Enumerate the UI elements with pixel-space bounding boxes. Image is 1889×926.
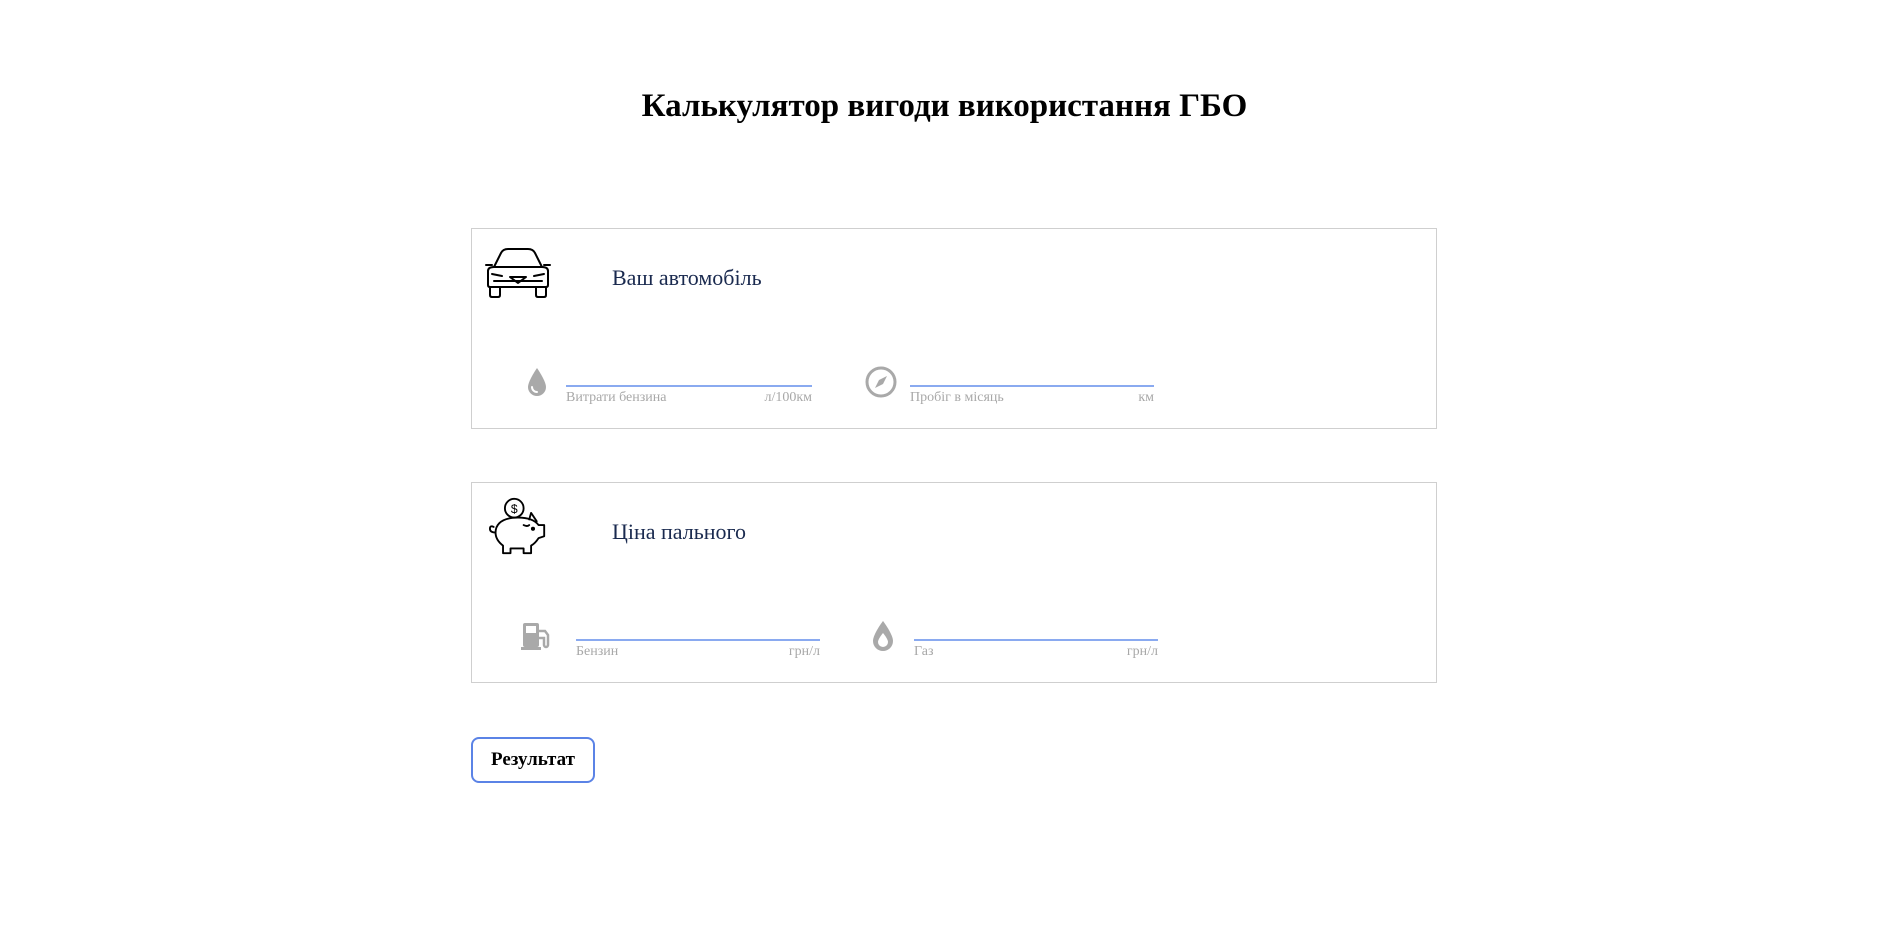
svg-text:$: $ xyxy=(511,502,518,516)
fuel-price-section-card: $ Ціна пального Бензин грн/л Газ грн/л xyxy=(471,482,1437,683)
page: Калькулятор вигоди використання ГБО Ваш … xyxy=(0,0,1889,926)
car-section-card: Ваш автомобіль Витрати бензина л/100км П… xyxy=(471,228,1437,429)
piggy-bank-icon: $ xyxy=(489,497,546,555)
drop-icon xyxy=(528,368,546,396)
monthly-mileage-label: Пробіг в місяць xyxy=(910,390,1004,405)
fuel-consumption-input[interactable] xyxy=(566,355,812,387)
gas-price-label: Газ xyxy=(914,644,934,659)
fuel-price-section-title: Ціна пального xyxy=(612,519,747,544)
car-icon xyxy=(485,248,551,298)
gas-drop-icon xyxy=(873,621,893,651)
fuel-consumption-label: Витрати бензина xyxy=(566,390,667,405)
petrol-price-label: Бензин xyxy=(576,644,619,659)
petrol-price-field: Бензин грн/л xyxy=(520,609,840,659)
compass-icon xyxy=(865,366,897,398)
monthly-mileage-unit: км xyxy=(1138,390,1154,405)
fuel-pump-icon xyxy=(521,623,550,650)
gas-price-field: Газ грн/л xyxy=(864,609,1184,659)
petrol-price-input[interactable] xyxy=(576,609,820,641)
fuel-consumption-field: Витрати бензина л/100км xyxy=(520,355,824,405)
monthly-mileage-field: Пробіг в місяць км xyxy=(864,355,1174,405)
monthly-mileage-input[interactable] xyxy=(910,355,1154,387)
fuel-consumption-unit: л/100км xyxy=(764,390,812,405)
result-button[interactable]: Результат xyxy=(471,737,595,783)
gas-price-unit: грн/л xyxy=(1126,644,1158,659)
car-section-title: Ваш автомобіль xyxy=(612,265,762,290)
petrol-price-unit: грн/л xyxy=(788,644,820,659)
page-title: Калькулятор вигоди використання ГБО xyxy=(641,88,1248,124)
gas-price-input[interactable] xyxy=(914,609,1158,641)
